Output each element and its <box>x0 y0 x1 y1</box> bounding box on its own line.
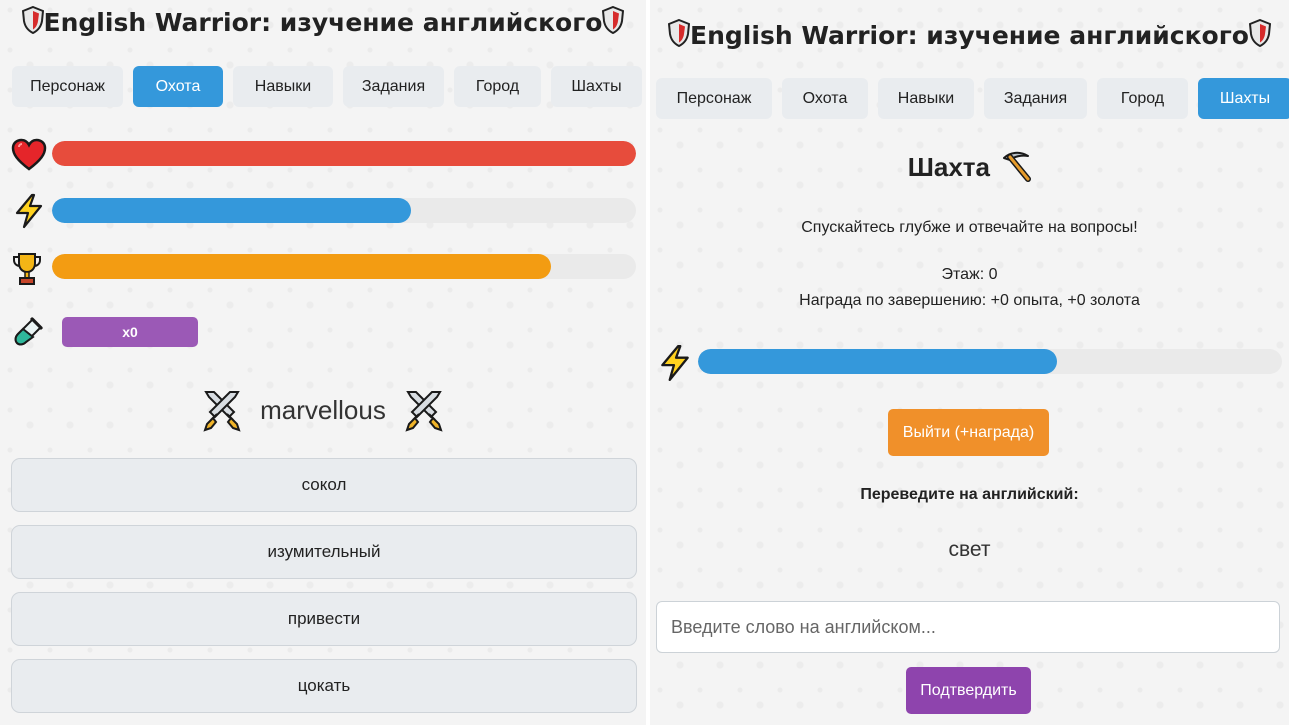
mine-title-text: Шахта <box>907 152 990 182</box>
hunt-word: marvellous <box>260 394 386 425</box>
tab-skills[interactable]: Навыки <box>233 66 333 107</box>
main-tabs: Персонаж Охота Навыки Задания Город Шахт… <box>12 66 642 107</box>
crossed-swords-icon <box>405 391 443 432</box>
shield-icon <box>602 6 625 34</box>
tab-quests[interactable]: Задания <box>984 78 1087 119</box>
energy-bar-fill <box>52 198 412 223</box>
lightning-icon <box>661 344 689 382</box>
energy-bar <box>52 198 636 223</box>
answer-option[interactable]: привести <box>11 592 637 646</box>
main-tabs: Персонаж Охота Навыки Задания Город Шахт… <box>656 78 1289 119</box>
hunt-screen: English Warrior: изучение английского Пе… <box>0 0 646 725</box>
mine-word: свет <box>948 538 991 561</box>
experience-bar-fill <box>52 254 552 279</box>
tab-character[interactable]: Персонаж <box>12 66 123 107</box>
mine-energy-bar <box>698 349 1282 374</box>
trophy-icon <box>13 253 41 285</box>
potion-icon <box>14 316 44 346</box>
shield-icon <box>21 6 44 34</box>
tab-mines[interactable]: Шахты <box>1198 78 1289 119</box>
mine-subtitle: Спускайтесь глубже и отвечайте на вопрос… <box>801 219 1138 236</box>
shield-icon <box>668 19 691 47</box>
app-title: English Warrior: изучение английского <box>0 6 646 37</box>
tab-hunt[interactable]: Охота <box>133 66 223 107</box>
app-title-text: English Warrior: изучение английского <box>690 21 1249 50</box>
tab-city[interactable]: Город <box>454 66 541 107</box>
exit-with-reward-button[interactable]: Выйти (+награда) <box>888 409 1049 456</box>
app-title: English Warrior: изучение английского <box>650 19 1289 50</box>
heart-icon <box>11 138 47 171</box>
potion-count-badge[interactable]: x0 <box>62 317 198 347</box>
tab-skills[interactable]: Навыки <box>878 78 974 119</box>
pickaxe-icon <box>1003 151 1032 182</box>
mine-title: Шахта <box>650 150 1289 183</box>
shield-icon <box>1248 19 1271 47</box>
mine-reward: Награда по завершению: +0 опыта, +0 золо… <box>799 292 1140 309</box>
mine-energy-bar-fill <box>698 349 1058 374</box>
confirm-button[interactable]: Подтвердить <box>906 667 1031 714</box>
translate-prompt: Переведите на английский: <box>860 486 1079 503</box>
answer-input[interactable] <box>656 601 1280 653</box>
tab-city[interactable]: Город <box>1097 78 1188 119</box>
app-title-text: English Warrior: изучение английского <box>43 8 603 37</box>
tab-hunt[interactable]: Охота <box>782 78 868 119</box>
health-bar <box>52 141 636 166</box>
mine-floor: Этаж: 0 <box>941 266 998 283</box>
hunt-word-row: marvellous <box>0 380 646 440</box>
tab-quests[interactable]: Задания <box>343 66 444 107</box>
answer-option[interactable]: сокол <box>11 458 637 512</box>
health-bar-fill <box>52 141 636 166</box>
answer-option[interactable]: цокать <box>11 659 637 713</box>
answer-option[interactable]: изумительный <box>11 525 637 579</box>
tab-character[interactable]: Персонаж <box>656 78 772 119</box>
lightning-icon <box>15 193 43 229</box>
tab-mines[interactable]: Шахты <box>551 66 642 107</box>
experience-bar <box>52 254 636 279</box>
crossed-swords-icon <box>203 391 241 432</box>
